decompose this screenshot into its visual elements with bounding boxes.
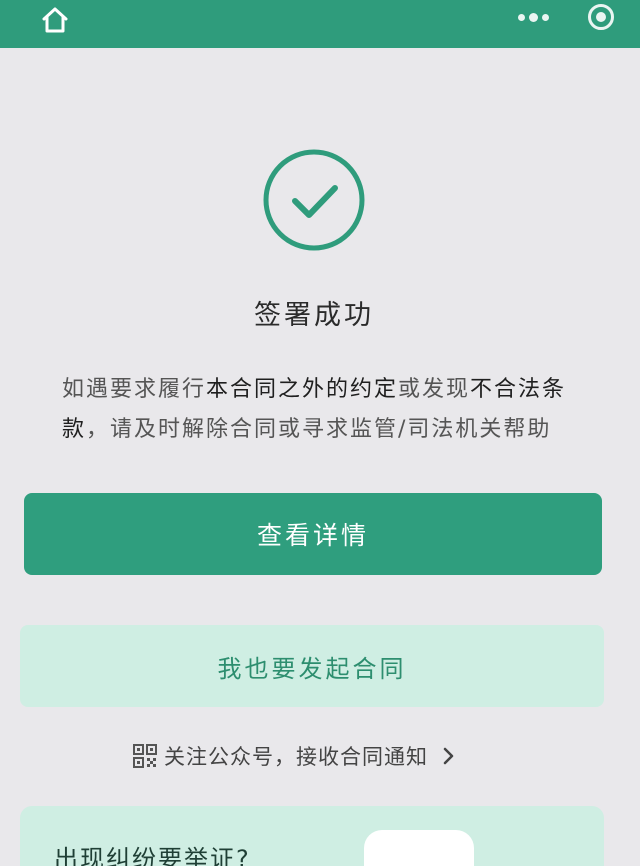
notice-part-5: ，请及时解除合同或寻求监管/司法机关帮助 xyxy=(86,417,552,442)
start-contract-button[interactable]: 我也要发起合同 xyxy=(20,625,604,707)
more-dots-icon[interactable] xyxy=(518,12,549,22)
target-close-icon[interactable] xyxy=(588,4,614,30)
dispute-evidence-label: 出现纠纷要举证? xyxy=(54,845,251,866)
notice-part-2: 本合同之外的约定 xyxy=(206,377,399,402)
home-button[interactable] xyxy=(30,2,80,38)
view-details-button[interactable]: 查看详情 xyxy=(24,493,602,575)
follow-account-link[interactable]: 关注公众号，接收合同通知 xyxy=(132,738,456,774)
notice-part-3: 或发现 xyxy=(398,377,471,402)
card-decoration xyxy=(364,830,474,866)
qr-code-icon xyxy=(132,743,158,769)
chevron-right-icon xyxy=(442,746,456,766)
follow-account-label: 关注公众号，接收合同通知 xyxy=(164,745,428,769)
page-title: 签署成功 xyxy=(254,300,374,331)
check-circle-icon xyxy=(263,149,365,251)
top-bar xyxy=(0,0,640,48)
dispute-evidence-card[interactable]: 出现纠纷要举证? xyxy=(20,806,604,866)
notice-part-1: 如遇要求履行 xyxy=(62,377,207,402)
notice-text: 如遇要求履行本合同之外的约定或发现不合法条款，请及时解除合同或寻求监管/司法机关… xyxy=(62,370,582,450)
home-icon xyxy=(42,7,68,33)
mini-program-capsule xyxy=(486,0,626,34)
